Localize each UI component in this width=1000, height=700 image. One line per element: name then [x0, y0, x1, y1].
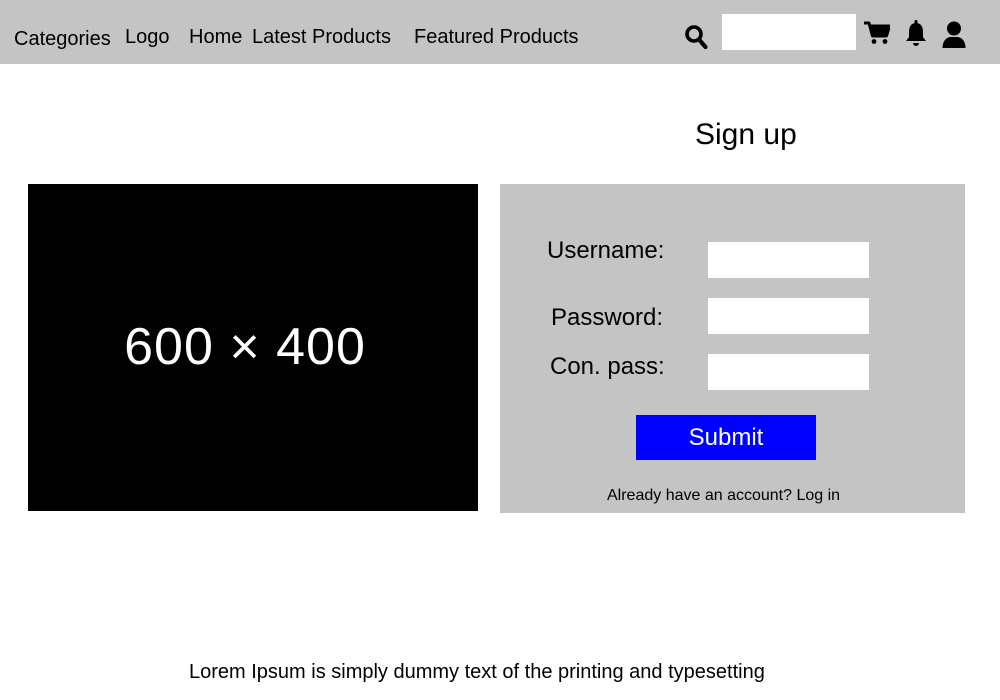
user-icon[interactable] [941, 21, 967, 49]
signup-form-panel: Username: Password: Con. pass: Submit Al… [500, 184, 965, 513]
nav-featured-products[interactable]: Featured Products [414, 25, 579, 49]
signup-title: Sign up [695, 118, 797, 151]
submit-button[interactable]: Submit [636, 415, 816, 460]
login-prompt: Already have an account? Log in [607, 486, 840, 506]
page: Categories Logo Home Latest Products Fea… [0, 0, 1000, 700]
password-label: Password: [551, 304, 664, 331]
confirm-password-field[interactable] [708, 354, 869, 390]
nav-latest-products[interactable]: Latest Products [252, 25, 391, 49]
nav-logo[interactable]: Logo [125, 25, 170, 49]
nav-categories[interactable]: Categories [14, 27, 111, 51]
search-input[interactable] [722, 14, 856, 50]
nav-home[interactable]: Home [189, 25, 242, 49]
search-icon[interactable] [684, 24, 708, 50]
footer-lorem-text: Lorem Ipsum is simply dummy text of the … [189, 661, 765, 683]
login-prompt-text: Already have an account? [607, 487, 793, 504]
confirm-password-label: Con. pass: [550, 353, 665, 380]
bell-icon[interactable] [904, 20, 928, 48]
login-link[interactable]: Log in [796, 487, 840, 504]
placeholder-image: 600 × 400 [28, 184, 478, 511]
username-label: Username: [547, 237, 665, 264]
placeholder-dimensions-text: 600 × 400 [124, 317, 366, 376]
username-field[interactable] [708, 242, 869, 278]
cart-icon[interactable] [864, 21, 890, 45]
top-navbar: Categories Logo Home Latest Products Fea… [0, 0, 1000, 64]
password-field[interactable] [708, 298, 869, 334]
